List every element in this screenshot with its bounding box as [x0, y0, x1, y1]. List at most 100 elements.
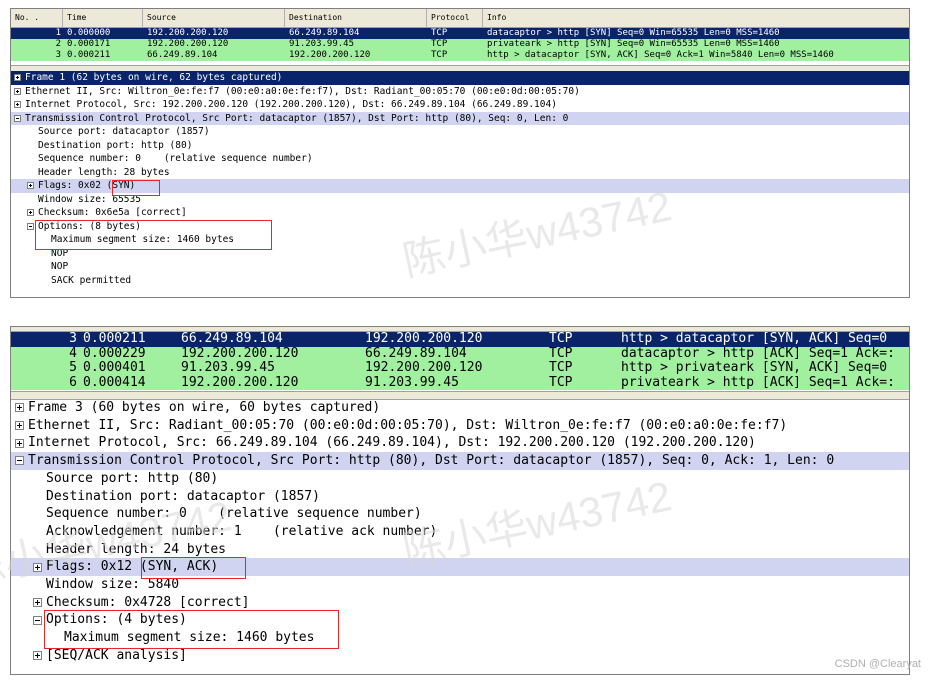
detail-text: Checksum: 0x6e5a [correct]: [38, 207, 187, 218]
column-header-destination[interactable]: Destination: [285, 9, 427, 27]
detail-text: Ethernet II, Src: Radiant_00:05:70 (00:e…: [28, 417, 788, 433]
packet-protocol: TCP: [549, 360, 573, 375]
options-mss-annotation-bottom: [44, 610, 339, 649]
expand-icon[interactable]: [27, 209, 34, 217]
credit-label: CSDN @Clearyat: [834, 658, 921, 670]
detail-tree-node[interactable]: Transmission Control Protocol, Src Port:…: [11, 452, 909, 470]
detail-text: Transmission Control Protocol, Src Port:…: [25, 112, 569, 124]
flags-syn-annotation: [112, 180, 160, 196]
detail-text: Sequence number: 0 (relative sequence nu…: [38, 153, 313, 164]
expand-icon[interactable]: [14, 74, 21, 82]
packet-protocol: TCP: [431, 28, 448, 38]
packet-info: privateark > http [SYN] Seq=0 Win=65535 …: [487, 39, 780, 49]
detail-field[interactable]: Source port: datacaptor (1857): [11, 125, 909, 139]
packet-row[interactable]: 3 0.000211 66.249.89.104 192.200.200.120 TCP…: [11, 331, 909, 347]
detail-field[interactable]: Source port: http (80): [11, 470, 909, 488]
detail-text: Header length: 28 bytes: [38, 166, 170, 178]
detail-text: [SEQ/ACK analysis]: [46, 647, 187, 663]
expand-icon[interactable]: [15, 421, 24, 431]
detail-text: Ethernet II, Src: Wiltron_0e:fe:f7 (00:e…: [25, 85, 580, 97]
packet-info: datacaptor > http [ACK] Seq=1 Ack=:: [621, 345, 895, 361]
packet-list-header: No. . Time Source Destination Protocol I…: [11, 9, 909, 28]
expand-icon[interactable]: [15, 438, 24, 448]
packet-protocol: TCP: [431, 39, 448, 49]
packet-time: 0.000414: [83, 374, 146, 390]
packet-row[interactable]: 4 0.000229 192.200.200.120 66.249.89.104 TCP…: [11, 345, 909, 361]
expand-icon[interactable]: [33, 651, 42, 661]
packet-row[interactable]: 6 0.000414 192.200.200.120 91.203.99.45 TCP p…: [11, 374, 909, 390]
detail-tree-node[interactable]: Internet Protocol, Src: 192.200.200.120 …: [11, 98, 909, 112]
collapse-icon[interactable]: [14, 114, 21, 122]
packet-destination: 91.203.99.45: [289, 39, 355, 49]
packet-info: datacaptor > http [SYN] Seq=0 Win=65535 …: [487, 28, 780, 38]
collapse-icon[interactable]: [15, 456, 24, 466]
packet-no: 2: [55, 39, 61, 49]
detail-tree-node[interactable]: Ethernet II, Src: Radiant_00:05:70 (00:e…: [11, 417, 909, 435]
packet-row[interactable]: 1 0.000000 192.200.200.120 66.249.89.104 TCP…: [11, 28, 909, 39]
packet-no: 6: [69, 374, 77, 390]
detail-tree-node[interactable]: Frame 1 (62 bytes on wire, 62 bytes capt…: [11, 71, 909, 85]
detail-tree-node[interactable]: [SEQ/ACK analysis]: [11, 647, 909, 665]
detail-text: Source port: datacaptor (1857): [38, 126, 210, 137]
packet-protocol: TCP: [549, 331, 573, 346]
packet-info: http > privateark [SYN, ACK] Seq=0: [621, 360, 888, 375]
packet-source: 192.200.200.120: [181, 345, 299, 361]
packet-time: 0.000229: [83, 345, 146, 361]
packet-no: 1: [55, 28, 61, 38]
detail-tree-node[interactable]: Checksum: 0x4728 [correct]: [11, 594, 909, 612]
flags-syn-ack-annotation: [141, 557, 246, 579]
packet-destination: 66.249.89.104: [289, 28, 360, 38]
detail-text: Transmission Control Protocol, Src Port:…: [28, 453, 835, 469]
packet-destination: 91.203.99.45: [365, 374, 459, 390]
packet-info: http > datacaptor [SYN, ACK] Seq=0 Ack=1…: [487, 50, 834, 60]
packet-protocol: TCP: [549, 345, 573, 361]
detail-text: Source port: http (80): [46, 470, 219, 486]
detail-tree-node[interactable]: Transmission Control Protocol, Src Port:…: [11, 111, 909, 125]
detail-text: Internet Protocol, Src: 66.249.89.104 (6…: [28, 435, 756, 451]
packet-no: 3: [69, 331, 77, 346]
detail-field[interactable]: Sequence number: 0 (relative sequence nu…: [11, 152, 909, 166]
detail-tree-node[interactable]: Frame 3 (60 bytes on wire, 60 bytes capt…: [11, 399, 909, 417]
packet-source: 192.200.200.120: [147, 39, 229, 49]
expand-icon[interactable]: [14, 87, 21, 95]
packet-row[interactable]: 5 0.000401 91.203.99.45 192.200.200.120 TCP h…: [11, 360, 909, 376]
packet-source: 192.200.200.120: [181, 374, 299, 390]
expand-icon[interactable]: [27, 182, 34, 190]
collapse-icon[interactable]: [27, 222, 34, 230]
packet-destination: 192.200.200.120: [365, 360, 483, 375]
expand-icon[interactable]: [14, 101, 21, 109]
detail-tree-node[interactable]: Ethernet II, Src: Wiltron_0e:fe:f7 (00:e…: [11, 85, 909, 99]
detail-field[interactable]: Destination port: http (80): [11, 139, 909, 153]
detail-text: Internet Protocol, Src: 192.200.200.120 …: [25, 99, 557, 110]
column-header-no[interactable]: No. .: [11, 9, 63, 27]
expand-icon[interactable]: [15, 403, 24, 413]
column-header-info[interactable]: Info: [483, 9, 909, 27]
packet-row[interactable]: 3 0.000211 66.249.89.104 192.200.200.120 TCP…: [11, 50, 909, 61]
packet-info: http > datacaptor [SYN, ACK] Seq=0: [621, 331, 888, 346]
column-header-time[interactable]: Time: [63, 9, 143, 27]
detail-text: Frame 1 (62 bytes on wire, 62 bytes capt…: [25, 72, 283, 83]
column-header-source[interactable]: Source: [143, 9, 285, 27]
options-mss-annotation-top: [35, 220, 272, 250]
packet-protocol: TCP: [431, 50, 448, 60]
packet-destination: 192.200.200.120: [289, 50, 371, 60]
packet-destination: 66.249.89.104: [365, 345, 467, 361]
detail-field[interactable]: Header length: 28 bytes: [11, 166, 909, 180]
packet-time: 0.000000: [67, 28, 111, 38]
packet-time: 0.000401: [83, 360, 146, 375]
packet-protocol: TCP: [549, 374, 573, 390]
detail-tree-node[interactable]: Internet Protocol, Src: 66.249.89.104 (6…: [11, 434, 909, 452]
detail-text: NOP: [51, 261, 69, 272]
packet-row[interactable]: 2 0.000171 192.200.200.120 91.203.99.45 TCP p…: [11, 39, 909, 50]
packet-destination: 192.200.200.120: [365, 331, 483, 346]
collapse-icon[interactable]: [33, 615, 42, 625]
packet-no: 5: [69, 360, 77, 375]
packet-time: 0.000171: [67, 39, 111, 49]
detail-text: Frame 3 (60 bytes on wire, 60 bytes capt…: [28, 400, 381, 415]
detail-text: Checksum: 0x4728 [correct]: [46, 594, 250, 610]
column-header-protocol[interactable]: Protocol: [427, 9, 483, 27]
expand-icon[interactable]: [33, 598, 42, 608]
packet-source: 66.249.89.104: [181, 331, 283, 346]
packet-time: 0.000211: [83, 331, 146, 346]
packet-no: 3: [55, 50, 61, 60]
